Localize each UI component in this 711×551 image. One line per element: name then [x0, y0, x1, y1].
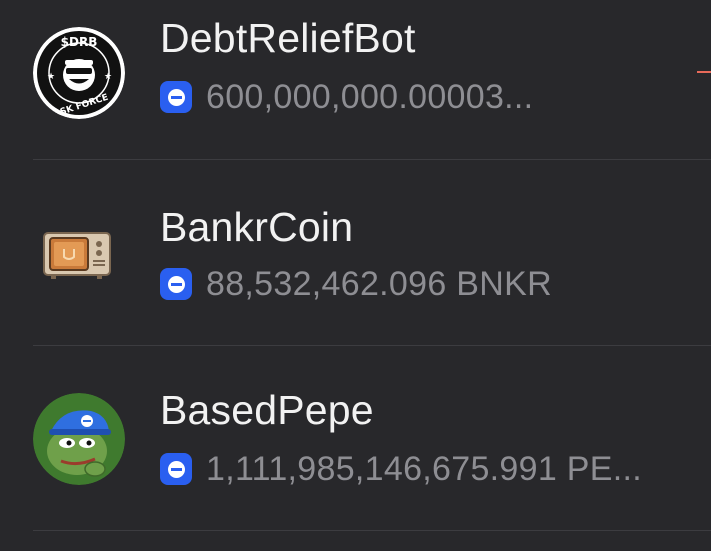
token-row-basedpepe[interactable]: BasedPepe 1,111,985,146,675.991 PE... [0, 345, 711, 531]
base-chain-icon [160, 453, 192, 485]
svg-text:★: ★ [47, 72, 55, 82]
token-balance: 600,000,000.00003... [160, 77, 534, 116]
token-name: BankrCoin [160, 204, 354, 250]
token-balance: 1,111,985,146,675.991 PE... [160, 449, 642, 488]
bankrcoin-logo [33, 206, 125, 298]
base-chain-icon [160, 268, 192, 300]
token-name: BasedPepe [160, 387, 374, 433]
row-divider [33, 530, 711, 531]
base-chain-icon [160, 81, 192, 113]
token-balance-amount: 600,000,000.00003... [206, 77, 534, 116]
token-row-bankrcoin[interactable]: BankrCoin 88,532,462.096 BNKR [0, 160, 711, 346]
token-balance: 88,532,462.096 BNKR [160, 264, 552, 303]
token-name: DebtReliefBot [160, 15, 416, 61]
negative-change-indicator [697, 71, 711, 73]
basedpepe-logo [33, 393, 125, 485]
debtreliefbot-logo: ★ ★ $DRB TASK FORCE [33, 27, 125, 119]
svg-text:$DRB: $DRB [61, 35, 98, 49]
token-balance-amount: 88,532,462.096 BNKR [206, 264, 552, 303]
token-list: ★ ★ $DRB TASK FORCE DebtReliefBot 600,00… [0, 0, 711, 551]
token-row-debtreliefbot[interactable]: ★ ★ $DRB TASK FORCE DebtReliefBot 600,00… [0, 0, 711, 161]
token-balance-amount: 1,111,985,146,675.991 PE... [206, 449, 642, 488]
svg-text:★: ★ [104, 72, 112, 82]
